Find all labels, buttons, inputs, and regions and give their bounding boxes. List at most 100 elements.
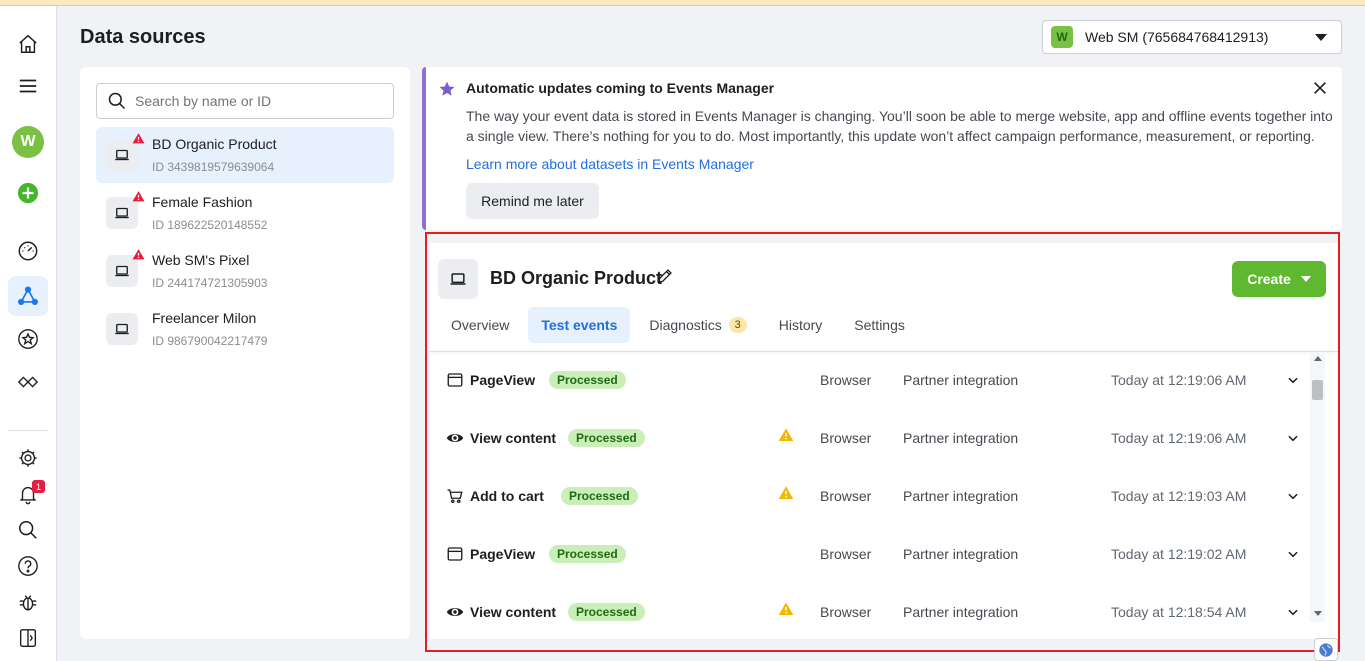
search-icon[interactable] — [14, 516, 42, 544]
events-manager-icon[interactable] — [14, 282, 42, 310]
eye-icon — [446, 608, 464, 616]
left-nav: W 1 — [0, 6, 57, 661]
event-time: Today at 12:19:02 AM — [1111, 546, 1247, 562]
source-id: ID 189622520148552 — [152, 218, 268, 232]
event-method: Partner integration — [903, 546, 1019, 562]
event-row[interactable]: PageView Processed Browser Partner integ… — [438, 525, 1308, 583]
account-name: Web SM (765684768412913) — [1085, 29, 1269, 45]
eye-icon — [446, 434, 464, 442]
dataset-title: BD Organic Product — [490, 268, 663, 288]
laptop-icon — [438, 259, 478, 299]
star-icon[interactable] — [14, 325, 42, 353]
menu-icon[interactable] — [14, 72, 42, 100]
laptop-icon — [106, 313, 138, 345]
source-item[interactable]: Web SM's Pixel ID 244174721305903 — [96, 243, 394, 299]
source-name: Freelancer Milon — [152, 310, 257, 326]
tab-test-events[interactable]: Test events — [528, 307, 631, 343]
tab-overview[interactable]: Overview — [438, 307, 522, 343]
event-time: Today at 12:19:06 AM — [1111, 372, 1247, 388]
tab-diagnostics-label: Diagnostics — [649, 317, 722, 333]
source-name: Web SM's Pixel — [152, 252, 250, 268]
home-icon[interactable] — [14, 30, 42, 58]
settings-icon[interactable] — [14, 444, 42, 472]
handshake-icon[interactable] — [14, 368, 42, 396]
event-name: View content — [470, 430, 557, 446]
event-source: Browser — [820, 430, 872, 446]
chevron-down-icon[interactable] — [1286, 605, 1300, 619]
cart-icon — [447, 489, 463, 504]
nav-divider — [8, 430, 48, 431]
bug-icon[interactable] — [14, 588, 42, 616]
tab-diagnostics[interactable]: Diagnostics 3 — [636, 307, 759, 343]
source-id: ID 244174721305903 — [152, 276, 268, 290]
event-row[interactable]: View content Processed Browser Partner i… — [438, 409, 1308, 467]
chevron-down-icon[interactable] — [1286, 373, 1300, 387]
notification-badge: 1 — [32, 480, 45, 493]
event-name: Add to cart — [470, 488, 544, 504]
warning-icon — [778, 428, 794, 441]
event-time: Today at 12:19:06 AM — [1111, 430, 1247, 446]
chevron-down-icon — [1300, 276, 1311, 282]
event-method: Partner integration — [903, 604, 1019, 620]
create-label: Create — [1247, 271, 1291, 287]
globe-icon[interactable] — [1314, 638, 1338, 661]
banner-body: The way your event data is stored in Eve… — [466, 108, 1333, 144]
source-name: BD Organic Product — [152, 136, 277, 152]
source-id: ID 3439819579639064 — [152, 160, 275, 174]
search-input[interactable] — [135, 93, 375, 109]
update-banner: Automatic updates coming to Events Manag… — [422, 67, 1342, 230]
avatar[interactable]: W — [12, 126, 44, 158]
panel-icon[interactable] — [14, 624, 42, 652]
event-source: Browser — [820, 604, 872, 620]
events-scrollbar[interactable] — [1310, 352, 1325, 622]
event-row[interactable]: View content Processed Browser Partner i… — [438, 583, 1308, 641]
scroll-up-arrow[interactable] — [1314, 356, 1322, 361]
remind-me-later-button[interactable]: Remind me later — [466, 183, 599, 219]
source-name: Female Fashion — [152, 194, 253, 210]
chevron-down-icon — [1315, 34, 1327, 41]
error-icon — [132, 191, 145, 202]
source-item[interactable]: Female Fashion ID 189622520148552 — [96, 185, 394, 241]
scroll-down-arrow[interactable] — [1314, 611, 1322, 616]
event-time: Today at 12:19:03 AM — [1111, 488, 1247, 504]
status-badge: Processed — [561, 487, 638, 505]
tab-settings[interactable]: Settings — [841, 307, 918, 343]
source-item[interactable]: BD Organic Product ID 3439819579639064 — [96, 127, 394, 183]
event-row[interactable]: Add to cart Processed Browser Partner in… — [438, 467, 1308, 525]
event-method: Partner integration — [903, 488, 1019, 504]
banner-title: Automatic updates coming to Events Manag… — [466, 80, 775, 96]
source-item[interactable]: Freelancer Milon ID 986790042217479 — [96, 301, 394, 357]
event-name: PageView — [470, 546, 536, 562]
event-method: Partner integration — [903, 372, 1019, 388]
learn-more-link[interactable]: Learn more about datasets in Events Mana… — [466, 156, 754, 172]
warning-icon — [778, 602, 794, 615]
star-icon — [439, 81, 455, 96]
help-icon[interactable] — [14, 552, 42, 580]
status-badge: Processed — [549, 545, 626, 563]
create-button[interactable]: Create — [1232, 261, 1326, 297]
chevron-down-icon[interactable] — [1286, 431, 1300, 445]
page-icon — [447, 547, 463, 561]
tab-history[interactable]: History — [766, 307, 836, 343]
close-icon[interactable] — [1312, 80, 1328, 96]
dashboard-icon[interactable] — [14, 237, 42, 265]
scroll-thumb[interactable] — [1312, 380, 1323, 400]
chevron-down-icon[interactable] — [1286, 547, 1300, 561]
warning-icon — [778, 486, 794, 499]
error-icon — [132, 249, 145, 260]
add-icon[interactable] — [14, 179, 42, 207]
event-method: Partner integration — [903, 430, 1019, 446]
search-box[interactable] — [96, 83, 394, 119]
dataset-tabs: Overview Test events Diagnostics 3 Histo… — [438, 307, 924, 343]
account-selector[interactable]: W Web SM (765684768412913) — [1042, 20, 1342, 54]
diagnostics-count-badge: 3 — [728, 317, 747, 333]
pencil-icon[interactable] — [656, 267, 674, 285]
account-badge: W — [1051, 26, 1073, 48]
event-row[interactable]: PageView Processed Browser Partner integ… — [438, 351, 1308, 409]
chevron-down-icon[interactable] — [1286, 489, 1300, 503]
page-title: Data sources — [80, 26, 206, 48]
error-icon — [132, 133, 145, 144]
status-badge: Processed — [568, 603, 645, 621]
page-icon — [447, 373, 463, 387]
event-time: Today at 12:18:54 AM — [1111, 604, 1247, 620]
